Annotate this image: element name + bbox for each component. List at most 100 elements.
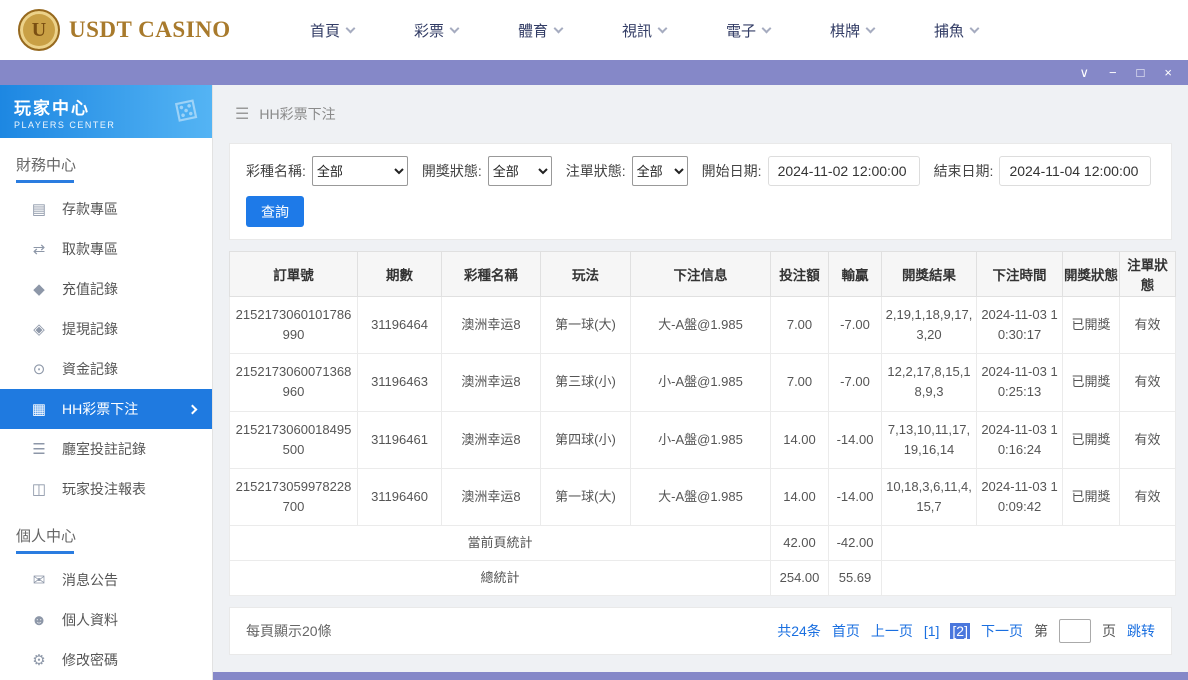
main-content: ☰ HH彩票下注 彩種名稱: 全部 開獎狀態: 全部 注單狀態: 全部 (213, 85, 1188, 680)
order-id-cell: 2152173060018495500 (230, 411, 358, 468)
play-type-cell: 第三球(小) (541, 354, 631, 411)
sidebar-item-announcements[interactable]: ✉ 消息公告 (0, 560, 212, 600)
sidebar-item-fund-records[interactable]: ⊙ 資金記錄 (0, 349, 212, 389)
lottery-name-cell: 澳洲幸运8 (442, 468, 541, 525)
nav-item-home[interactable]: 首頁 (280, 20, 384, 41)
order-status-cell: 有效 (1120, 411, 1176, 468)
chevron-right-icon (188, 404, 198, 414)
start-date-input[interactable] (768, 156, 920, 186)
dice-icon: ⚄ (172, 94, 201, 129)
col-play-type: 玩法 (541, 252, 631, 297)
page-summary-row: 當前頁統計 42.00 -42.00 (230, 526, 1176, 561)
lottery-name-cell: 澳洲幸运8 (442, 297, 541, 354)
chevron-down-icon (450, 23, 460, 33)
page-link-1[interactable]: [1] (924, 623, 940, 639)
recharge-icon: ◆ (30, 280, 48, 298)
nav-label: 捕魚 (934, 20, 964, 41)
prev-page-link[interactable]: 上一页 (871, 621, 913, 641)
coin-logo-icon: U (18, 9, 60, 51)
window-maximize-button[interactable]: □ (1137, 66, 1145, 79)
end-date-input[interactable] (999, 156, 1151, 186)
page-size-text: 每頁顯示20條 (246, 621, 332, 641)
sidebar-item-profile[interactable]: ☻ 個人資料 (0, 600, 212, 640)
order-status-select[interactable]: 全部 (632, 156, 688, 186)
nav-item-fishing[interactable]: 捕魚 (904, 20, 1008, 41)
bet-time-cell: 2024-11-03 10:30:17 (977, 297, 1063, 354)
pagination-controls: 共24条 首页 上一页 [1] [2] 下一页 第 页 跳转 (777, 619, 1155, 643)
play-type-cell: 第四球(小) (541, 411, 631, 468)
order-status-cell: 有效 (1120, 354, 1176, 411)
next-page-link[interactable]: 下一页 (981, 621, 1023, 641)
draw-result-cell: 7,13,10,11,17,19,16,14 (882, 411, 977, 468)
col-order-id: 訂單號 (230, 252, 358, 297)
play-type-cell: 第一球(大) (541, 297, 631, 354)
user-icon: ☻ (30, 612, 48, 629)
total-summary-empty (882, 561, 1176, 596)
bet-amount-cell: 14.00 (771, 411, 829, 468)
chevron-down-icon (970, 23, 980, 33)
draw-status-cell: 已開獎 (1063, 297, 1120, 354)
window-close-button[interactable]: × (1164, 66, 1172, 79)
nav-item-lottery[interactable]: 彩票 (384, 20, 488, 41)
nav-item-chess[interactable]: 棋牌 (800, 20, 904, 41)
col-bet-info: 下注信息 (631, 252, 771, 297)
sidebar-item-recharge-records[interactable]: ◆ 充值記錄 (0, 269, 212, 309)
breadcrumb: ☰ HH彩票下注 (213, 85, 1188, 143)
col-order-status: 注單狀態 (1120, 252, 1176, 297)
nav-item-video[interactable]: 視訊 (592, 20, 696, 41)
app-window: U USDT CASINO 首頁 彩票 體育 視訊 電子 棋牌 捕魚 ∨ − □… (0, 0, 1188, 680)
nav-label: 棋牌 (830, 20, 860, 41)
sidebar-item-room-bet-records[interactable]: ☰ 廳室投註記錄 (0, 429, 212, 469)
nav-label: 體育 (518, 20, 548, 41)
window-title-bar: ∨ − □ × (0, 60, 1188, 85)
window-collapse-icon[interactable]: ∨ (1079, 66, 1089, 79)
total-summary-win-loss: 55.69 (829, 561, 882, 596)
nav-item-sports[interactable]: 體育 (488, 20, 592, 41)
section-personal-center: 個人中心 (16, 525, 196, 554)
sidebar-item-cashout-records[interactable]: ◈ 提現記錄 (0, 309, 212, 349)
sidebar-item-player-bet-report[interactable]: ◫ 玩家投注報表 (0, 469, 212, 509)
nav-item-electronic[interactable]: 電子 (696, 20, 800, 41)
table-header-row: 訂單號 期數 彩種名稱 玩法 下注信息 投注額 輸贏 開獎結果 下注時間 開獎狀… (230, 252, 1176, 297)
draw-status-select[interactable]: 全部 (488, 156, 552, 186)
sidebar-item-change-password[interactable]: ⚙ 修改密碼 (0, 640, 212, 680)
draw-status-cell: 已開獎 (1063, 411, 1120, 468)
order-id-cell: 2152173059978228700 (230, 468, 358, 525)
page-summary-win-loss: -42.00 (829, 526, 882, 561)
start-date-label: 開始日期: (702, 161, 762, 181)
jump-button[interactable]: 跳转 (1127, 621, 1155, 641)
play-type-cell: 第一球(大) (541, 468, 631, 525)
nav-label: 電子 (726, 20, 756, 41)
withdraw-icon: ⇄ (30, 240, 48, 258)
search-button[interactable]: 查詢 (246, 196, 304, 227)
sidebar-item-withdraw[interactable]: ⇄ 取款專區 (0, 229, 212, 269)
bottom-accent-strip (213, 672, 1188, 680)
bet-info-cell: 小-A盤@1.985 (631, 411, 771, 468)
report-icon: ◫ (30, 480, 48, 498)
period-cell: 31196463 (358, 354, 442, 411)
window-minimize-button[interactable]: − (1109, 66, 1117, 79)
chevron-down-icon (658, 23, 668, 33)
order-status-label: 注單狀態: (566, 161, 626, 181)
logo[interactable]: U USDT CASINO (18, 9, 250, 51)
lottery-name-label: 彩種名稱: (246, 161, 306, 181)
hamburger-menu-icon[interactable]: ☰ (235, 104, 249, 124)
sidebar-subtitle: PLAYERS CENTER (14, 120, 115, 130)
draw-status-cell: 已開獎 (1063, 468, 1120, 525)
main-nav: 首頁 彩票 體育 視訊 電子 棋牌 捕魚 (280, 20, 1008, 41)
total-summary-bet-total: 254.00 (771, 561, 829, 596)
message-icon: ✉ (30, 571, 48, 589)
nav-label: 視訊 (622, 20, 652, 41)
lottery-name-cell: 澳洲幸运8 (442, 354, 541, 411)
chevron-down-icon (866, 23, 876, 33)
page-link-2-current[interactable]: [2] (950, 623, 970, 639)
period-cell: 31196460 (358, 468, 442, 525)
first-page-link[interactable]: 首页 (832, 621, 860, 641)
page-jump-input[interactable] (1059, 619, 1091, 643)
win-loss-cell: -14.00 (829, 411, 882, 468)
total-count-text: 共24条 (777, 621, 821, 641)
nav-label: 彩票 (414, 20, 444, 41)
sidebar-item-deposit[interactable]: ▤ 存款專區 (0, 189, 212, 229)
sidebar-item-hh-lottery-bets[interactable]: ▦ HH彩票下注 (0, 389, 212, 429)
lottery-name-select[interactable]: 全部 (312, 156, 408, 186)
